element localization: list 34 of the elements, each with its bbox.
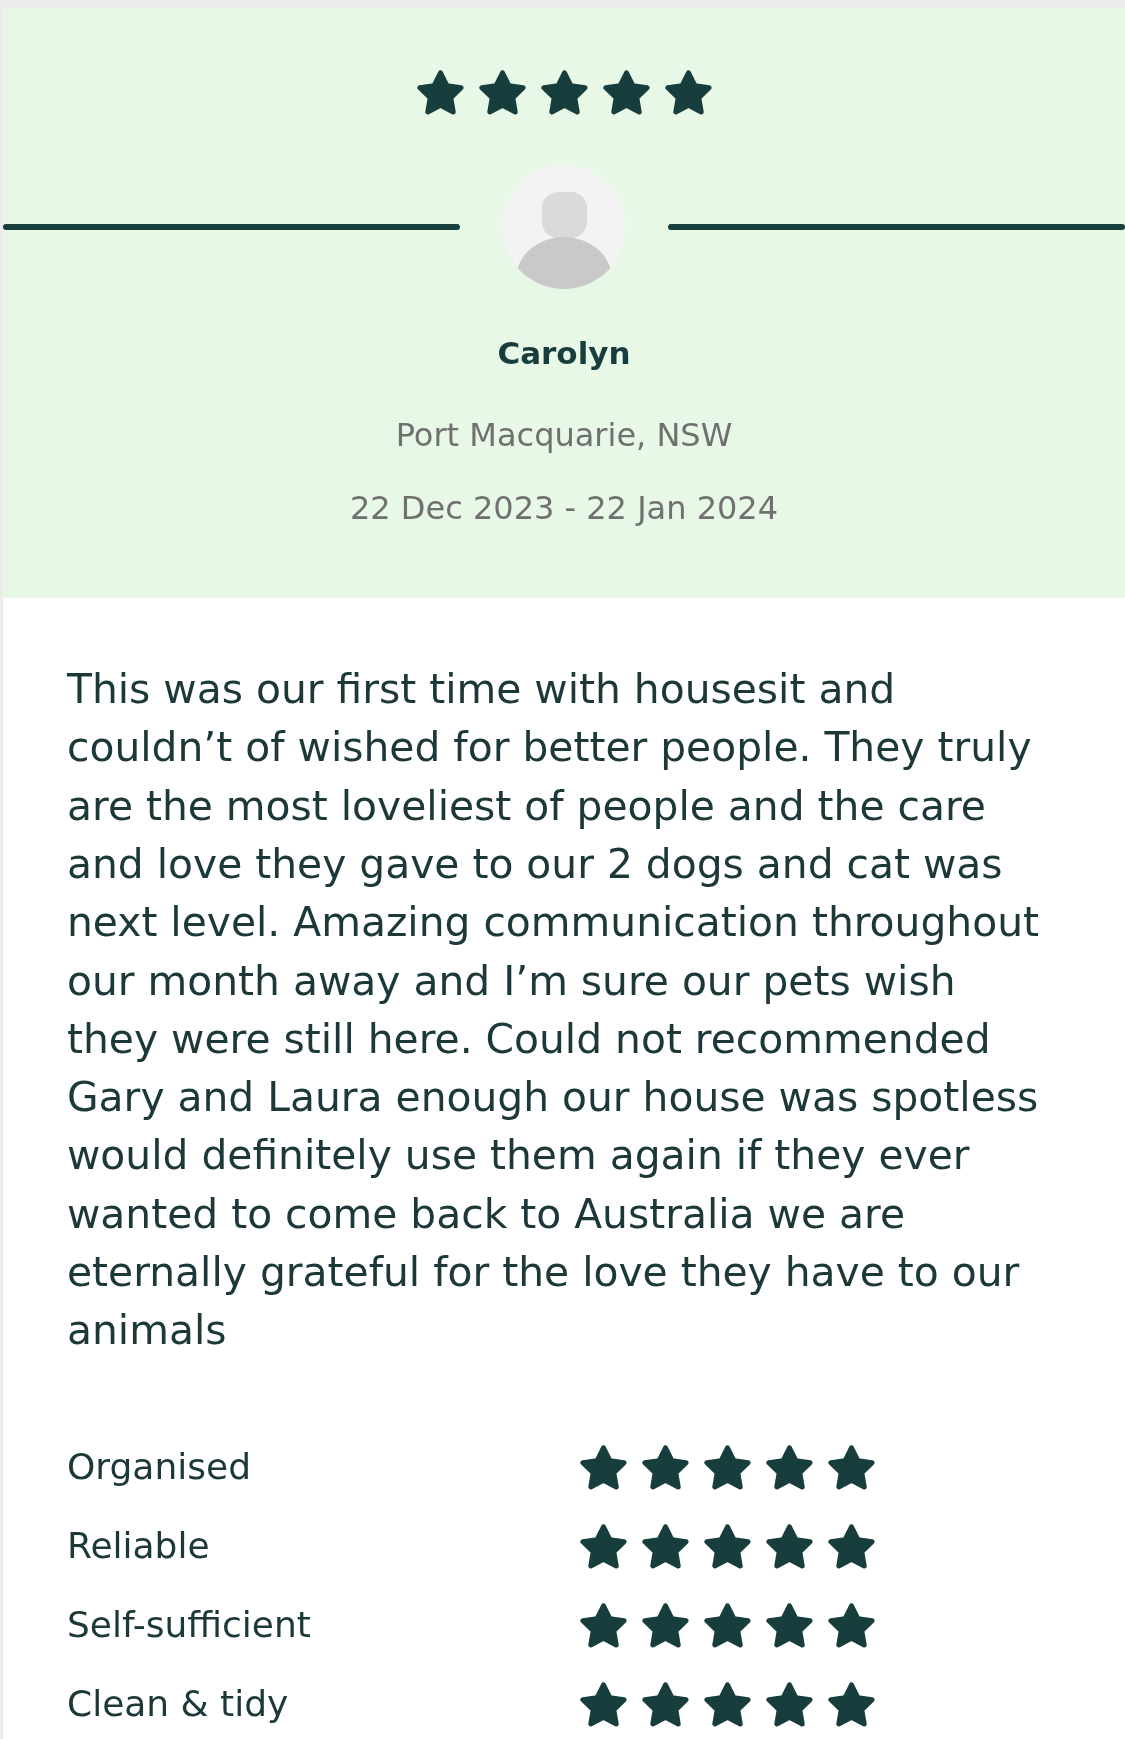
review-text: This was our first time with housesit and couldn’t of wished for better people. They truly are the most loveliest of people and the care and love they gave to our 2 dogs and cat was next level. Amazing communication throughout our month away and I’m sure our pets wish they were still here. Could not recommended Gary and Laura enough our house was spotless would definitely use them again if they ever wanted to come back to Australia we are eternally grateful for the love they have to our animals [67, 664, 1040, 1357]
star-icon [416, 70, 464, 116]
star-icon [704, 1523, 751, 1569]
star-icon [580, 1602, 627, 1648]
star-icon [766, 1444, 813, 1490]
rating-label: Clean & tidy [67, 1684, 290, 1725]
star-icon [766, 1602, 813, 1648]
star-icon [580, 1523, 627, 1569]
rating-label: Self-sufficient [67, 1605, 312, 1646]
reviewer-location: Port Macquarie, NSW [395, 415, 733, 456]
rating-label: Reliable [67, 1526, 211, 1567]
avatar-icon [502, 165, 626, 290]
star-icon [540, 70, 588, 116]
star-icon [642, 1602, 689, 1648]
star-icon [704, 1681, 751, 1727]
star-icon [642, 1681, 689, 1727]
star-icon [828, 1444, 875, 1490]
star-icon [828, 1523, 875, 1569]
star-icon [828, 1681, 875, 1727]
star-icon [704, 1602, 751, 1648]
star-icon [704, 1444, 751, 1490]
stay-dates: 22 Dec 2023 - 22 Jan 2024 [349, 488, 779, 529]
star-icon [580, 1681, 627, 1727]
star-icon [828, 1602, 875, 1648]
star-icon [766, 1681, 813, 1727]
reviewer-name: Carolyn [497, 334, 631, 374]
rating-label: Organised [67, 1447, 252, 1488]
star-icon [642, 1444, 689, 1490]
star-icon [478, 70, 526, 116]
star-icon [664, 70, 712, 116]
star-icon [642, 1523, 689, 1569]
star-icon [602, 70, 650, 116]
star-icon [766, 1523, 813, 1569]
star-icon [580, 1444, 627, 1490]
